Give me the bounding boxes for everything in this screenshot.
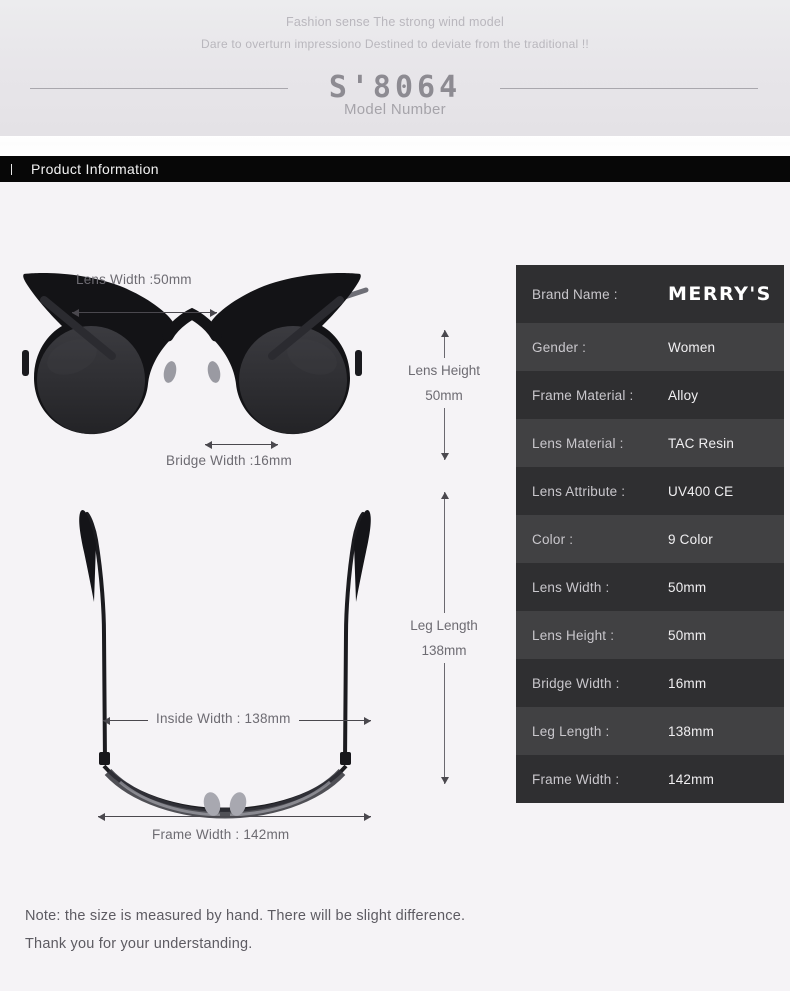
top-banner: Fashion sense The strong wind model Dare… — [0, 0, 790, 136]
spec-key: Lens Width : — [532, 579, 610, 595]
table-row: Frame Width : 142mm — [516, 755, 784, 803]
frame-width-arrow — [98, 812, 371, 821]
lens-height-text: Lens Height 50mm — [393, 358, 495, 408]
table-row: Lens Height : 50mm — [516, 611, 784, 659]
spec-key: Frame Width : — [532, 771, 620, 787]
spec-value: Alloy — [668, 387, 699, 403]
table-row: Gender : Women — [516, 323, 784, 371]
product-information-page: Fashion sense The strong wind model Dare… — [0, 0, 790, 991]
table-row: Brand Name : MERRY'S — [516, 265, 784, 323]
banner-tagline-2: Dare to overturn impressiono Destined to… — [201, 37, 589, 51]
spec-key: Lens Attribute : — [532, 483, 626, 499]
inside-width-label: Inside Width : 138mm — [148, 711, 299, 726]
section-title: Product Information — [31, 161, 159, 177]
table-row: Lens Material : TAC Resin — [516, 419, 784, 467]
brand-logo: MERRY'S — [668, 283, 772, 305]
table-row: Lens Width : 50mm — [516, 563, 784, 611]
table-row: Color : 9 Color — [516, 515, 784, 563]
model-number-caption: Model Number — [344, 101, 446, 118]
spec-key: Gender : — [532, 339, 587, 355]
bridge-width-label: Bridge Width :16mm — [166, 453, 292, 468]
product-information-bar: Product Information — [0, 156, 790, 182]
table-row: Lens Attribute : UV400 CE — [516, 467, 784, 515]
banner-tagline-1: Fashion sense The strong wind model — [286, 15, 504, 29]
spec-value: 50mm — [668, 627, 707, 643]
spec-key: Leg Length : — [532, 723, 610, 739]
leg-length-label: Leg Length — [410, 618, 478, 633]
lens-width-arrow — [72, 308, 217, 317]
bar-tick-icon — [11, 163, 12, 175]
bridge-width-arrow — [205, 440, 278, 449]
model-number: S'8064 — [328, 70, 462, 105]
lens-height-label: Lens Height — [407, 363, 481, 378]
specification-table: Brand Name : MERRY'S Gender : Women Fram… — [516, 265, 784, 803]
leg-length-text: Leg Length 138mm — [393, 613, 495, 663]
spec-key: Lens Material : — [532, 435, 624, 451]
table-row: Leg Length : 138mm — [516, 707, 784, 755]
frame-width-label: Frame Width : 142mm — [152, 827, 290, 842]
spec-value: 16mm — [668, 675, 707, 691]
spec-key: Brand Name : — [532, 286, 618, 302]
spec-value: 142mm — [668, 771, 715, 787]
spec-key: Lens Height : — [532, 627, 615, 643]
spec-value: TAC Resin — [668, 435, 735, 451]
spec-key: Color : — [532, 531, 574, 547]
lens-height-value: 50mm — [425, 388, 463, 403]
spec-key: Bridge Width : — [532, 675, 620, 691]
lens-width-label: Lens Width :50mm — [76, 272, 192, 287]
table-row: Bridge Width : 16mm — [516, 659, 784, 707]
table-row: Frame Material : Alloy — [516, 371, 784, 419]
spec-value: UV400 CE — [668, 483, 734, 499]
note-line-1: Note: the size is measured by hand. Ther… — [25, 908, 466, 924]
spec-value: 138mm — [668, 723, 715, 739]
spec-value: 50mm — [668, 579, 707, 595]
main-content: Lens Width :50mm Bridge Width :16mm Lens… — [0, 182, 790, 991]
spec-value: Women — [668, 339, 716, 355]
spec-key: Frame Material : — [532, 387, 634, 403]
note-line-2: Thank you for your understanding. — [25, 936, 253, 952]
banner-fade-strip — [0, 136, 790, 156]
leg-length-value: 138mm — [421, 643, 467, 658]
spec-value: 9 Color — [668, 531, 713, 547]
sunglasses-top-view — [79, 510, 371, 819]
